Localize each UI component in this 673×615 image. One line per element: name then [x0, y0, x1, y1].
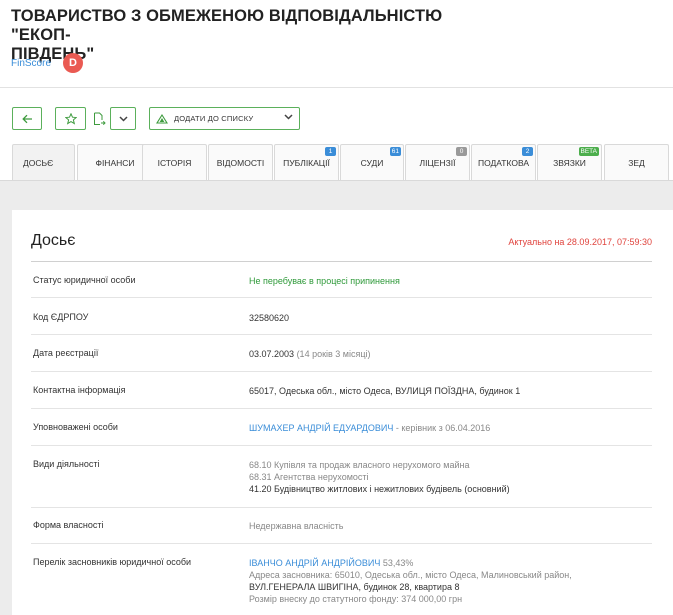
status-label: Статус юридичної особи: [33, 275, 136, 285]
ownership-label: Форма власності: [33, 520, 104, 530]
activities-list: 68.10 Купівля та продаж власного нерухом…: [249, 459, 510, 495]
updated-timestamp: Актуально на 28.09.2017, 07:59:30: [508, 237, 652, 247]
row-status: Статус юридичної особи Не перебуває в пр…: [31, 262, 652, 298]
back-button[interactable]: [12, 107, 42, 130]
founder-entry: ІВАНЧО АНДРІЙ АНДРІЙОВИЧ 53,43% Адреса з…: [249, 557, 572, 605]
founders-label: Перелік засновників юридичної особи: [33, 557, 192, 567]
code-label: Код ЄДРПОУ: [33, 312, 89, 322]
code-value: 32580620: [249, 313, 290, 323]
tab-connections[interactable]: Звязки beta: [537, 144, 602, 181]
contact-label: Контактна інформація: [33, 385, 126, 395]
list-triangle-icon: [156, 113, 168, 124]
row-ownership: Форма власності Недержавна власність: [31, 508, 652, 544]
section-tabs: Досьє Фінанси Історія Відомості Публікац…: [12, 144, 673, 181]
add-to-list-label: Додати до списку: [174, 114, 254, 123]
founder-address-street: ВУЛ.ГЕНЕРАЛА ШВИГІНА, будинок 28, кварти…: [249, 582, 460, 592]
tab-foreign-trade[interactable]: ЗЕД: [604, 144, 669, 181]
tab-records[interactable]: Відомості: [208, 144, 273, 181]
tab-courts[interactable]: Суди 61: [340, 144, 404, 181]
founder-name-link[interactable]: ІВАНЧО АНДРІЙ АНДРІЙОВИЧ: [249, 558, 380, 568]
activities-label: Види діяльності: [33, 459, 100, 469]
founder-address: Адреса засновника: 65010, Одеська обл., …: [249, 570, 572, 580]
publications-count-badge: 1: [325, 147, 336, 156]
chevron-down-icon: [284, 114, 293, 120]
reg-date-label: Дата реєстрації: [33, 348, 99, 358]
row-code: Код ЄДРПОУ 32580620: [31, 298, 652, 335]
authorized-label: Уповноважені особи: [33, 422, 118, 432]
row-contact: Контактна інформація 65017, Одеська обл.…: [31, 372, 652, 409]
arrow-left-icon: [21, 114, 32, 123]
row-reg-date: Дата реєстрації 03.07.2003 (14 років 3 м…: [31, 335, 652, 372]
tab-tax[interactable]: Податкова 2: [471, 144, 536, 181]
document-export-icon: [93, 112, 106, 125]
tab-publications[interactable]: Публікації 1: [274, 144, 339, 181]
tax-count-badge: 2: [522, 147, 533, 156]
connections-beta-badge: beta: [578, 147, 599, 156]
status-value: Не перебуває в процесі припинення: [249, 276, 400, 286]
export-button[interactable]: [89, 107, 109, 130]
activity-item: 68.31 Агентства нерухомості: [249, 472, 369, 482]
ownership-value: Недержавна власність: [249, 521, 344, 531]
founder-share: 53,43%: [380, 558, 414, 568]
activity-item-primary: 41.20 Будівництво житлових і нежитлових …: [249, 484, 510, 494]
licenses-count-badge: 0: [456, 147, 467, 156]
add-to-list-button[interactable]: Додати до списку: [149, 107, 300, 130]
finscore-grade-badge[interactable]: D: [63, 53, 84, 73]
finscore-link[interactable]: FinScore: [11, 58, 51, 69]
reg-date-age: (14 років 3 місяці): [296, 349, 371, 359]
finscore: FinScore D: [11, 53, 84, 73]
authorized-value: ШУМАХЕР АНДРІЙ ЕДУАРДОВИЧ - керівник з 0…: [249, 422, 490, 434]
tab-licenses[interactable]: Ліцензії 0: [405, 144, 470, 181]
activity-item: 68.10 Купівля та продаж власного нерухом…: [249, 460, 470, 470]
contact-value: 65017, Одеська обл., місто Одеса, ВУЛИЦЯ…: [249, 386, 521, 396]
dossier-card: Досьє Актуально на 28.09.2017, 07:59:30 …: [12, 210, 673, 615]
header-divider: [0, 87, 673, 88]
authorized-role: - керівник з 06.04.2016: [393, 423, 491, 433]
company-title-line1: ТОВАРИСТВО З ОБМЕЖЕНОЮ ВІДПОВІДАЛЬНІСТЮ …: [11, 7, 443, 44]
courts-count-badge: 61: [389, 147, 401, 156]
row-founders: Перелік засновників юридичної особи ІВАН…: [31, 544, 652, 615]
tab-dossier[interactable]: Досьє: [12, 144, 75, 181]
chevron-down-icon: [118, 115, 128, 122]
founder-capital: Розмір внеску до статутного фонду: 374 0…: [249, 594, 463, 604]
dossier-title: Досьє: [31, 232, 76, 249]
favorite-button[interactable]: [55, 107, 86, 130]
row-activities: Види діяльності 68.10 Купівля та продаж …: [31, 446, 652, 508]
reg-date-value: 03.07.2003 (14 років 3 місяці): [249, 349, 371, 359]
export-dropdown-button[interactable]: [110, 107, 136, 130]
authorized-person-link[interactable]: ШУМАХЕР АНДРІЙ ЕДУАРДОВИЧ: [249, 423, 393, 433]
row-authorized: Уповноважені особи ШУМАХЕР АНДРІЙ ЕДУАРД…: [31, 409, 652, 446]
tab-history[interactable]: Історія: [142, 144, 207, 181]
star-icon: [64, 112, 77, 125]
